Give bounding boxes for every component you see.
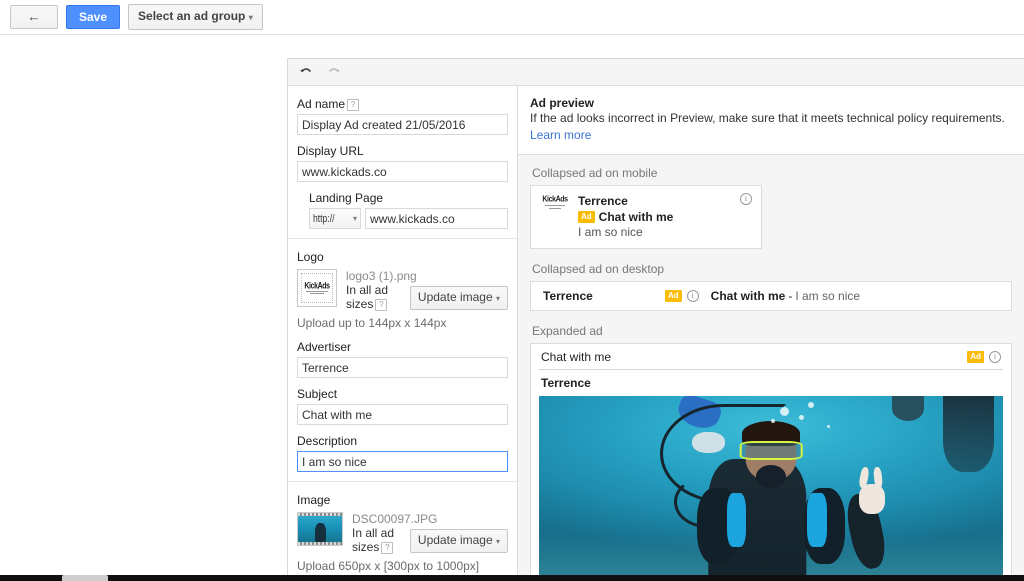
- image-update-image-button[interactable]: Update image ▾: [409, 529, 508, 553]
- mobile-ad-text: Terrence Ad Chat with me I am so nice: [578, 194, 752, 240]
- ad-badge: Ad: [665, 290, 682, 302]
- select-ad-group-button[interactable]: Select an ad group ▾: [128, 4, 263, 30]
- logo-label: Logo: [297, 250, 324, 264]
- ad-badge: Ad: [967, 351, 984, 363]
- logo-thumbnail[interactable]: KickAds: [297, 269, 337, 307]
- urls-section: Ad name? Display URL Landing Page http:/…: [288, 86, 517, 239]
- undo-button[interactable]: ←: [10, 5, 58, 29]
- logo-help-icon[interactable]: ?: [375, 299, 388, 311]
- advertiser-label: Advertiser: [297, 340, 352, 354]
- logo-meta: logo3 (1).png In all ad sizes? Update im…: [346, 269, 508, 311]
- ad-form-column: Ad name? Display URL Landing Page http:/…: [288, 86, 518, 580]
- landing-page-protocol-select[interactable]: http:// ▾: [309, 208, 361, 229]
- desktop-ad-subject: Chat with me: [710, 289, 786, 303]
- desktop-ad-separator: -: [788, 289, 793, 303]
- logo-update-image-button[interactable]: Update image ▾: [409, 286, 508, 310]
- subject-input[interactable]: [297, 404, 508, 425]
- mobile-ad-advertiser: Terrence: [578, 194, 628, 208]
- image-file-name: DSC00097.JPG: [352, 512, 438, 526]
- description-input[interactable]: [297, 451, 508, 472]
- image-label: Image: [297, 493, 331, 507]
- expanded-ad-header: Chat with me Ad i: [539, 344, 1003, 370]
- redo-arrow-icon[interactable]: [327, 65, 341, 79]
- ad-name-input[interactable]: [297, 114, 508, 135]
- image-upload-note: Upload 650px x [300px to 1000px]: [297, 559, 480, 573]
- collapsed-desktop-ad-card[interactable]: Terrence Ad i Chat with me - I am so nic…: [530, 281, 1012, 311]
- description-label: Description: [297, 434, 358, 448]
- browser-bottom-bar: [0, 575, 1024, 581]
- landing-page-input[interactable]: [365, 208, 508, 229]
- desktop-ad-badges: Ad i: [665, 290, 699, 302]
- ad-preview-body: Collapsed ad on mobile KickAds Terrence …: [518, 155, 1024, 580]
- undo-arrow-icon[interactable]: [299, 65, 313, 79]
- collapsed-desktop-label: Collapsed ad on desktop: [532, 262, 665, 276]
- ad-editor-panel: Ad name? Display URL Landing Page http:/…: [287, 58, 1024, 581]
- image-thumbnail[interactable]: [297, 512, 343, 546]
- learn-more-link[interactable]: Learn more: [530, 128, 591, 143]
- save-button[interactable]: Save: [66, 5, 121, 29]
- editor-body: Ad name? Display URL Landing Page http:/…: [288, 86, 1024, 580]
- expanded-ad-label: Expanded ad: [532, 324, 603, 338]
- expanded-ad-advertiser: Terrence: [541, 376, 591, 390]
- ad-preview-header: Ad preview If the ad looks incorrect in …: [518, 86, 1024, 155]
- image-meta: DSC00097.JPG In all ad sizes? Update ima…: [352, 512, 508, 554]
- page-title: Ad preview: [530, 96, 595, 110]
- image-in-all-sizes: In all ad sizes?: [352, 526, 395, 554]
- expanded-ad-badges: Ad i: [967, 351, 1001, 363]
- advertiser-input[interactable]: [297, 357, 508, 378]
- logo-file-name: logo3 (1).png: [346, 269, 417, 283]
- mobile-ad-subject: Chat with me: [598, 210, 674, 224]
- subject-label: Subject: [297, 387, 338, 401]
- chevron-down-icon: ▾: [495, 537, 500, 546]
- desktop-ad-advertiser: Terrence: [543, 289, 593, 303]
- ad-preview-description: If the ad looks incorrect in Preview, ma…: [530, 111, 1005, 125]
- landing-page-row: http:// ▾: [309, 208, 508, 229]
- logo-asset-row: KickAds logo3 (1).png In all ad sizes? U…: [297, 269, 508, 311]
- logo-in-all-sizes: In all ad sizes?: [346, 283, 389, 311]
- expanded-ad-card[interactable]: Chat with me Ad i Terrence: [530, 343, 1012, 580]
- ad-name-label: Ad name?: [297, 96, 508, 112]
- expanded-ad-subject: Chat with me: [541, 350, 612, 364]
- chevron-down-icon: ▾: [248, 13, 253, 22]
- creative-section: Logo KickAds logo3 (1).png In all ad siz…: [288, 239, 517, 482]
- mobile-ad-logo: KickAds: [540, 194, 570, 228]
- display-url-label: Display URL: [297, 144, 364, 158]
- display-url-input[interactable]: [297, 161, 508, 182]
- logo-thumbnail-mark: KickAds: [304, 281, 330, 291]
- collapsed-mobile-label: Collapsed ad on mobile: [532, 166, 658, 180]
- ad-name-help-icon[interactable]: ?: [347, 99, 360, 111]
- image-help-icon[interactable]: ?: [381, 542, 394, 554]
- collapsed-mobile-ad-card[interactable]: KickAds Terrence Ad Chat with me I am so…: [530, 185, 762, 249]
- chevron-down-icon: ▾: [352, 214, 357, 223]
- taskbar-chip[interactable]: [62, 575, 108, 581]
- info-circle-icon[interactable]: i: [686, 290, 699, 302]
- back-arrow-icon: ←: [27, 9, 41, 24]
- chevron-down-icon: ▾: [495, 294, 500, 303]
- editor-history-bar: [288, 59, 1024, 86]
- expanded-ad-photo: [539, 396, 1003, 580]
- logo-upload-note: Upload up to 144px x 144px: [297, 316, 447, 330]
- ad-group-label: Select an ad group: [138, 9, 246, 23]
- ad-badge: Ad: [578, 211, 595, 223]
- landing-page-group: Landing Page http:// ▾: [297, 190, 508, 229]
- landing-page-label: Landing Page: [309, 191, 384, 205]
- protocol-value: http://: [313, 212, 335, 225]
- info-circle-icon[interactable]: i: [989, 351, 1001, 363]
- image-section: Image DSC00097.JPG In all ad sizes? Upda…: [288, 482, 517, 580]
- top-toolbar: ← Save Select an ad group ▾: [0, 0, 1024, 35]
- mobile-ad-description: I am so nice: [578, 225, 643, 239]
- info-circle-icon[interactable]: i: [740, 193, 752, 205]
- image-asset-row: DSC00097.JPG In all ad sizes? Update ima…: [297, 512, 508, 554]
- desktop-ad-description: I am so nice: [795, 289, 861, 303]
- mobile-ad-subject-row: Ad Chat with me: [578, 209, 752, 225]
- ad-preview-column: Ad preview If the ad looks incorrect in …: [518, 86, 1024, 580]
